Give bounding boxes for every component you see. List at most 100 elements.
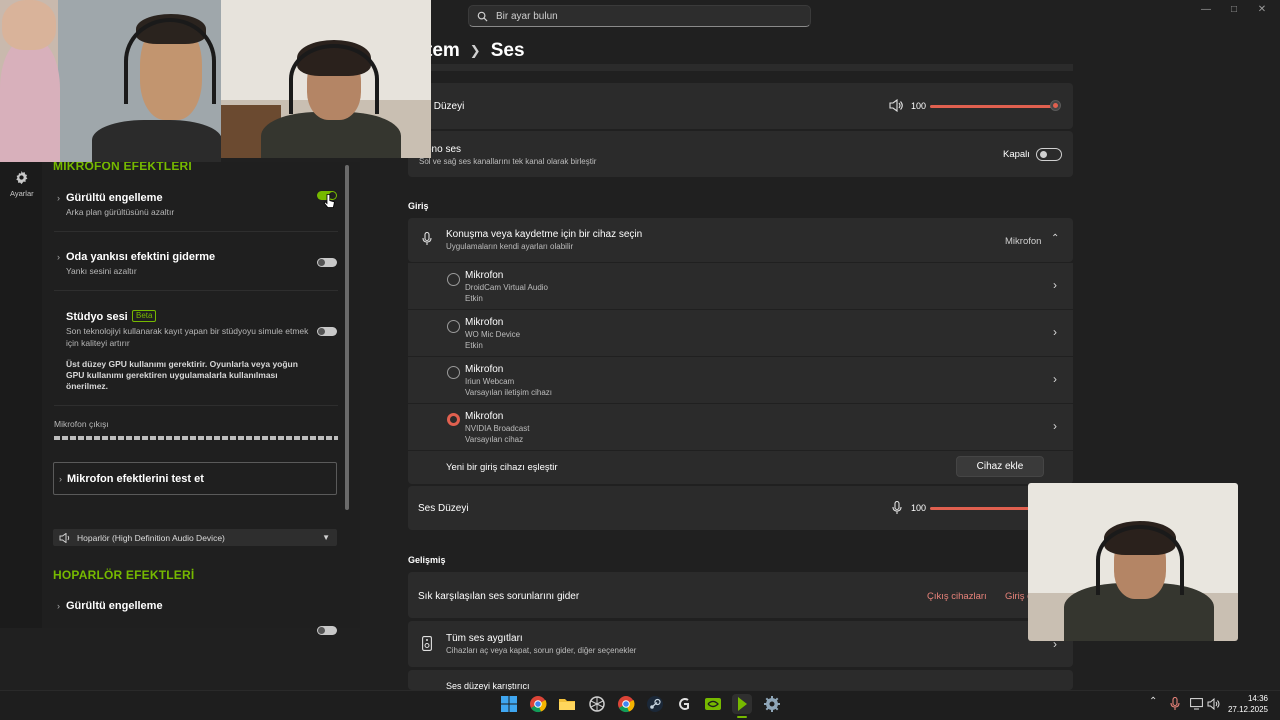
speaker-noise-removal-toggle[interactable] bbox=[317, 626, 337, 635]
taskbar bbox=[0, 690, 1280, 720]
settings-rail-label[interactable]: Ayarlar bbox=[10, 189, 34, 198]
mic-output-label: Mikrofon çıkışı bbox=[54, 419, 109, 429]
active-app-indicator bbox=[737, 716, 747, 718]
divider bbox=[54, 231, 338, 232]
device-row-selected[interactable]: Mikrofon NVIDIA Broadcast Varsayılan cih… bbox=[408, 404, 1073, 450]
test-mic-effects-button[interactable]: › Mikrofon efektlerini test et bbox=[53, 462, 337, 495]
divider bbox=[54, 290, 338, 291]
chevron-right-icon[interactable]: › bbox=[57, 601, 60, 611]
choose-device-title: Konuşma veya kaydetme için bir cihaz seç… bbox=[446, 229, 643, 240]
webcam-overlay-right bbox=[1028, 483, 1238, 641]
device-radio[interactable] bbox=[447, 320, 460, 333]
output-volume-label: s Düzeyi bbox=[426, 101, 465, 112]
device-name: Mikrofon bbox=[465, 317, 504, 328]
input-volume-row: Ses Düzeyi 100 bbox=[408, 486, 1073, 530]
chrome-icon-2[interactable] bbox=[616, 694, 636, 714]
search-icon bbox=[477, 11, 488, 22]
input-volume-label: Ses Düzeyi bbox=[418, 503, 469, 514]
app-g-icon[interactable] bbox=[674, 694, 694, 714]
device-radio[interactable] bbox=[447, 273, 460, 286]
speaker-noise-removal-title: Gürültü engelleme bbox=[66, 600, 163, 612]
room-echo-title: Oda yankısı efektini giderme bbox=[66, 251, 216, 263]
device-row[interactable]: Mikrofon DroidCam Virtual Audio Etkin › bbox=[408, 263, 1073, 309]
windows-start-icon[interactable] bbox=[499, 694, 519, 714]
close-icon[interactable]: ✕ bbox=[1254, 4, 1270, 15]
test-mic-effects-label: Mikrofon efektlerini test et bbox=[67, 473, 204, 485]
speaker-device-icon bbox=[422, 636, 432, 651]
input-volume-value: 100 bbox=[911, 503, 927, 513]
speaker-device-select[interactable]: Hoparlör (High Definition Audio Device) … bbox=[53, 529, 337, 546]
monitor-icon[interactable] bbox=[1190, 698, 1203, 710]
speaker-icon[interactable] bbox=[889, 99, 903, 112]
chevron-right-icon[interactable]: › bbox=[1053, 419, 1057, 433]
microphone-icon[interactable] bbox=[892, 501, 902, 515]
chevron-right-icon[interactable]: › bbox=[1053, 278, 1057, 292]
search-placeholder: Bir ayar bulun bbox=[496, 10, 558, 22]
minimize-icon[interactable]: — bbox=[1198, 4, 1214, 15]
device-radio[interactable] bbox=[447, 366, 460, 379]
mono-subtitle: Sol ve sağ ses kanallarını tek kanal ola… bbox=[419, 157, 597, 166]
all-devices-title: Tüm ses aygıtları bbox=[446, 633, 523, 644]
chevron-right-icon: › bbox=[59, 474, 62, 484]
device-status: Varsayılan cihaz bbox=[465, 435, 524, 444]
chevron-right-icon[interactable]: › bbox=[57, 252, 60, 262]
device-row[interactable]: Mikrofon WO Mic Device Etkin › bbox=[408, 310, 1073, 356]
breadcrumb: tem ❯ Ses bbox=[426, 40, 525, 62]
device-subtitle: Iriun Webcam bbox=[465, 377, 515, 386]
chevron-right-icon[interactable]: › bbox=[1053, 372, 1057, 386]
settings-gear-taskbar-icon[interactable] bbox=[762, 694, 782, 714]
chevron-up-icon[interactable]: ⌃ bbox=[1051, 233, 1059, 244]
studio-voice-title: Stüdyo sesi bbox=[66, 311, 128, 323]
clock-time: 14:36 bbox=[1247, 694, 1268, 703]
maximize-icon[interactable]: □ bbox=[1226, 4, 1242, 15]
troubleshoot-row: Sık karşılaşılan ses sorunlarını gider Ç… bbox=[408, 572, 1073, 618]
device-subtitle: NVIDIA Broadcast bbox=[465, 424, 530, 433]
mono-title: ono ses bbox=[426, 144, 462, 155]
device-radio-selected[interactable] bbox=[447, 413, 460, 426]
mixer-row-partial[interactable]: Ses düzeyi karıştırıcı bbox=[408, 670, 1073, 690]
all-sound-devices-row[interactable]: Tüm ses aygıtları Cihazları aç veya kapa… bbox=[408, 621, 1073, 667]
system-clock[interactable]: 14:36 27.12.2025 bbox=[1224, 693, 1268, 715]
output-volume-thumb[interactable] bbox=[1050, 100, 1061, 111]
choose-device-subtitle: Uygulamaların kendi ayarları olabilir bbox=[446, 242, 574, 251]
speaker-icon bbox=[59, 532, 70, 543]
chrome-icon[interactable] bbox=[528, 694, 548, 714]
add-device-button[interactable]: Cihaz ekle bbox=[956, 456, 1044, 477]
output-devices-link[interactable]: Çıkış cihazları bbox=[927, 591, 987, 602]
chevron-right-icon[interactable]: › bbox=[57, 193, 60, 203]
webcam-overlay-left bbox=[0, 0, 221, 162]
room-echo-subtitle: Yankı sesini azaltır bbox=[66, 266, 137, 276]
studio-voice-toggle[interactable] bbox=[317, 327, 337, 336]
room-echo-toggle[interactable] bbox=[317, 258, 337, 267]
nvidia-icon[interactable] bbox=[703, 694, 723, 714]
file-explorer-icon[interactable] bbox=[557, 694, 577, 714]
breadcrumb-parent[interactable]: tem bbox=[426, 40, 460, 62]
noise-removal-title: Gürültü engelleme bbox=[66, 192, 163, 204]
chevron-right-icon[interactable]: › bbox=[1053, 325, 1057, 339]
choose-input-device[interactable]: Konuşma veya kaydetme için bir cihaz seç… bbox=[408, 218, 1073, 262]
nvidia-broadcast-taskbar-icon[interactable] bbox=[732, 694, 752, 714]
advanced-section-title: Gelişmiş bbox=[408, 555, 446, 565]
all-devices-subtitle: Cihazları aç veya kapat, sorun gider, di… bbox=[446, 646, 637, 655]
app-circle-icon[interactable] bbox=[587, 694, 607, 714]
page-title: Ses bbox=[490, 40, 525, 61]
output-volume-value: 100 bbox=[911, 101, 927, 111]
output-volume-row: s Düzeyi 100 bbox=[408, 83, 1073, 129]
noise-removal-subtitle: Arka plan gürültüsünü azaltır bbox=[66, 207, 175, 217]
microphone-icon[interactable] bbox=[1170, 697, 1180, 711]
mono-toggle[interactable] bbox=[1036, 148, 1062, 161]
speaker-effects-header: HOPARLÖR EFEKTLERİ bbox=[53, 568, 195, 582]
mic-output-meter bbox=[54, 436, 338, 440]
gear-icon[interactable] bbox=[14, 170, 29, 185]
nvidia-sidebar-rail: Ayarlar bbox=[0, 162, 42, 628]
chevron-up-icon[interactable]: ⌃ bbox=[1149, 696, 1157, 707]
volume-icon[interactable] bbox=[1207, 698, 1220, 710]
device-subtitle: DroidCam Virtual Audio bbox=[465, 283, 549, 292]
beta-badge: Beta bbox=[132, 310, 157, 322]
steam-icon[interactable] bbox=[645, 694, 665, 714]
settings-search[interactable]: Bir ayar bulun bbox=[468, 5, 811, 27]
panel-scrollbar[interactable] bbox=[345, 165, 349, 510]
device-row[interactable]: Mikrofon Iriun Webcam Varsayılan iletişi… bbox=[408, 357, 1073, 403]
clock-date: 27.12.2025 bbox=[1227, 705, 1268, 714]
output-volume-slider[interactable] bbox=[930, 105, 1056, 108]
